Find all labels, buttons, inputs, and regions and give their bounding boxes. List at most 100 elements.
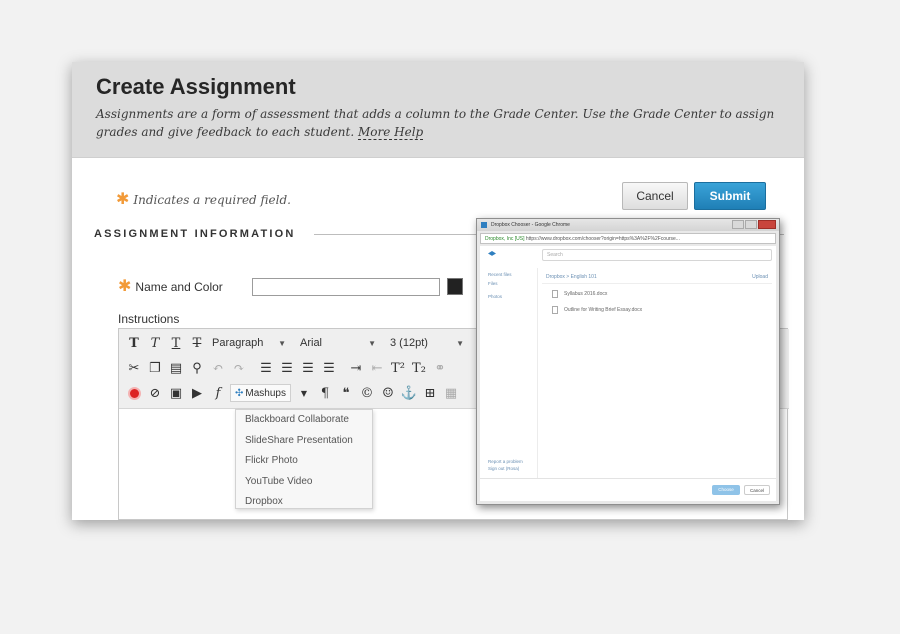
cut-icon[interactable]: ✂ <box>125 359 143 377</box>
table-icon[interactable]: ⊞ <box>421 384 439 402</box>
menu-item-blackboard-collaborate[interactable]: Blackboard Collaborate <box>236 410 372 431</box>
dropbox-search-input[interactable]: Search <box>542 249 772 261</box>
section-title: ASSIGNMENT INFORMATION <box>94 228 296 240</box>
paragraph-select[interactable]: Paragraph ▼ <box>209 334 289 352</box>
page-header: Create Assignment Assignments are a form… <box>72 62 804 158</box>
toolbar-row-1: T T T T Paragraph ▼ Arial ▼ 3 (12pt) ▼ <box>125 332 475 354</box>
paragraph-select-value: Paragraph <box>212 337 264 349</box>
image-icon[interactable]: ▣ <box>167 384 185 402</box>
align-left-icon[interactable]: ☰ <box>257 359 275 377</box>
upload-link[interactable]: Upload <box>752 274 768 280</box>
file-item[interactable]: Outline for Writing Brief Essay.docx <box>552 306 642 314</box>
chevron-down-icon: ▼ <box>368 338 376 348</box>
sign-out-link[interactable]: Sign out (Rosa) <box>488 465 523 472</box>
color-picker-swatch[interactable] <box>447 278 463 295</box>
font-select[interactable]: Arial ▼ <box>297 334 379 352</box>
text-strikethrough-icon[interactable]: T <box>188 334 206 352</box>
text-italic-icon[interactable]: T <box>146 334 164 352</box>
page-subtitle: Assignments are a form of assessment tha… <box>96 105 786 141</box>
youtube-icon[interactable] <box>125 384 143 402</box>
dropbox-icon <box>481 222 487 228</box>
align-center-icon[interactable]: ☰ <box>278 359 296 377</box>
menu-item-slideshare[interactable]: SlideShare Presentation <box>236 431 372 452</box>
attach-icon[interactable]: ⊘ <box>146 384 164 402</box>
name-label-text: Name and Color <box>135 280 223 294</box>
menu-item-youtube[interactable]: YouTube Video <box>236 472 372 493</box>
math-formula-icon[interactable]: f <box>209 384 227 402</box>
page-title: Create Assignment <box>96 74 296 99</box>
more-help-link[interactable]: More Help <box>357 125 424 140</box>
paragraph-mark-icon[interactable]: ¶ <box>316 384 334 402</box>
choose-button[interactable]: Choose <box>712 485 740 495</box>
table-properties-icon[interactable]: ▦ <box>442 384 460 402</box>
address-bar[interactable]: Dropbox, Inc [US] https://www.dropbox.co… <box>480 233 776 244</box>
breadcrumb[interactable]: Dropbox > English 101 <box>546 274 597 280</box>
document-icon <box>552 290 558 298</box>
align-justify-icon[interactable]: ☰ <box>320 359 338 377</box>
indent-icon[interactable]: ⇥ <box>347 359 365 377</box>
dropbox-sidebar: Recent files Files Photos Report a probl… <box>480 268 538 478</box>
paste-icon[interactable]: ▤ <box>167 359 185 377</box>
outdent-icon[interactable]: ⇤ <box>368 359 386 377</box>
align-right-icon[interactable]: ☰ <box>299 359 317 377</box>
menu-item-dropbox[interactable]: Dropbox <box>236 492 372 513</box>
mashups-icon: ✣ <box>235 387 244 399</box>
footer-divider <box>480 478 776 479</box>
chevron-down-icon: ▼ <box>278 338 286 348</box>
subtitle-text: Assignments are a form of assessment tha… <box>96 107 775 139</box>
cancel-button[interactable]: Cancel <box>622 182 688 210</box>
anchor-icon[interactable]: ⚓ <box>400 384 418 402</box>
instructions-label: Instructions <box>118 312 180 326</box>
superscript-icon[interactable]: T² <box>389 359 407 377</box>
size-select-value: 3 (12pt) <box>390 337 428 349</box>
link-icon[interactable]: ⚭ <box>431 359 449 377</box>
dropbox-chooser-window: Dropbox Chooser - Google Chrome Dropbox,… <box>476 218 780 505</box>
name-input[interactable] <box>252 278 440 296</box>
sidebar-item-photos[interactable]: Photos <box>480 286 537 299</box>
sidebar-item-recent[interactable]: Recent files <box>480 268 537 277</box>
required-star-icon: ✱ <box>116 189 130 208</box>
window-titlebar: Dropbox Chooser - Google Chrome <box>477 219 779 231</box>
address-url: https://www.dropbox.com/chooser?origin=h… <box>525 236 680 242</box>
text-underline-icon[interactable]: T <box>167 334 185 352</box>
media-icon[interactable]: ▶ <box>188 384 206 402</box>
window-controls <box>731 220 776 229</box>
maximize-button[interactable] <box>745 220 757 229</box>
redo-icon[interactable]: ↷ <box>230 359 248 377</box>
toolbar-row-2: ✂ ❐ ▤ ⚲ ↶ ↷ ☰ ☰ ☰ ☰ ⇥ ⇤ T² T₂ ⚭ <box>125 357 452 379</box>
sidebar-item-files[interactable]: Files <box>480 277 537 286</box>
name-label: ✱ Name and Color <box>118 276 223 296</box>
file-item[interactable]: Syllabus 2016.docx <box>552 290 607 298</box>
dropbox-chooser-body: Search Recent files Files Photos Report … <box>480 246 776 501</box>
font-select-value: Arial <box>300 337 323 349</box>
text-bold-icon[interactable]: T <box>125 334 143 352</box>
document-icon <box>552 306 558 314</box>
blockquote-icon[interactable]: ❝ <box>337 384 355 402</box>
chevron-down-icon[interactable]: ▼ <box>295 384 313 402</box>
required-note-text: Indicates a required field. <box>133 193 291 207</box>
minimize-button[interactable] <box>732 220 744 229</box>
report-problem-link[interactable]: Report a problem <box>488 458 523 465</box>
subscript-icon[interactable]: T₂ <box>410 359 428 377</box>
size-select[interactable]: 3 (12pt) ▼ <box>387 334 467 352</box>
copyright-icon[interactable]: © <box>358 384 376 402</box>
mashups-label: Mashups <box>245 387 286 399</box>
submit-button[interactable]: Submit <box>694 182 766 210</box>
undo-icon[interactable]: ↶ <box>209 359 227 377</box>
chevron-down-icon: ▼ <box>456 338 464 348</box>
mashups-dropdown: Blackboard Collaborate SlideShare Presen… <box>235 409 373 509</box>
required-field-note: ✱ Indicates a required field. <box>116 189 291 208</box>
window-title: Dropbox Chooser - Google Chrome <box>491 222 570 228</box>
menu-item-flickr[interactable]: Flickr Photo <box>236 451 372 472</box>
file-name: Syllabus 2016.docx <box>564 291 608 297</box>
divider <box>542 283 772 284</box>
popup-cancel-button[interactable]: Cancel <box>744 485 770 495</box>
secure-site-label: Dropbox, Inc [US] <box>485 236 525 242</box>
copy-icon[interactable]: ❐ <box>146 359 164 377</box>
mashups-button[interactable]: ✣ Mashups <box>230 384 291 402</box>
find-icon[interactable]: ⚲ <box>188 359 206 377</box>
file-name: Outline for Writing Brief Essay.docx <box>564 307 643 313</box>
emoticon-icon[interactable]: ☺ <box>379 384 397 402</box>
dropbox-logo-icon <box>488 251 496 256</box>
close-button[interactable] <box>758 220 776 229</box>
